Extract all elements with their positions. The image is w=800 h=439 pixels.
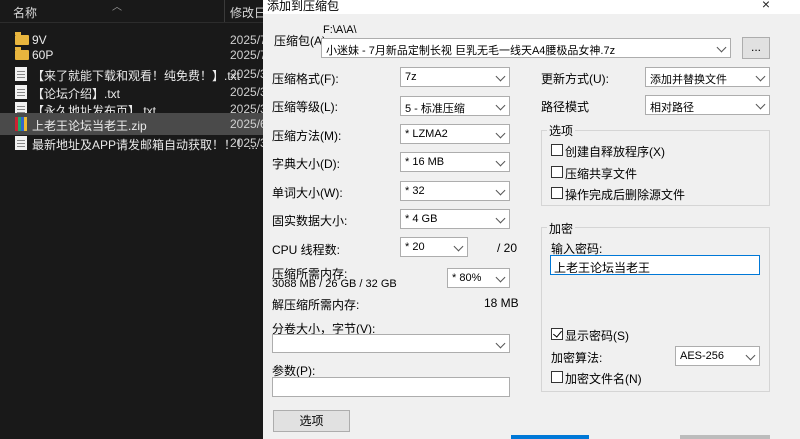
enc-method-combo[interactable]: AES-256 (675, 346, 760, 366)
cpu-total: / 20 (497, 241, 518, 255)
level-label: 压缩等级(L): (272, 100, 339, 114)
update-label: 更新方式(U): (541, 72, 609, 86)
level-value: 5 - 标准压缩 (405, 103, 465, 115)
close-icon[interactable]: × (762, 0, 770, 12)
path-mode-combo[interactable]: 相对路径 (645, 95, 770, 115)
chevron-down-icon (495, 156, 506, 167)
encrypt-names-label[interactable]: 加密文件名(N) (565, 370, 642, 387)
file-date: 2025/3 (230, 67, 267, 81)
chevron-down-icon (495, 272, 506, 283)
text-file-icon (15, 67, 27, 81)
enc-method-value: AES-256 (680, 350, 725, 362)
file-date: 2025/7 (230, 48, 267, 62)
winrar-archive-icon (15, 117, 27, 131)
update-value: 添加并替换文件 (650, 74, 727, 86)
options-group-title: 选项 (547, 122, 576, 139)
mem-comp-value: 3088 MB / 26 GB / 32 GB (272, 278, 397, 290)
sort-ascending-icon: ︿ (112, 2, 122, 13)
shared-checkbox[interactable] (551, 166, 563, 178)
browse-button[interactable]: ... (742, 37, 770, 59)
format-label: 压缩格式(F): (272, 72, 339, 86)
file-date: 2025/3 (230, 136, 267, 150)
dict-combo[interactable]: * 16 MB (400, 152, 510, 172)
archive-name-combo[interactable]: 小迷妹 - 7月新品定制长视 巨乳无毛一线天A4腰极品女神.7z (321, 38, 731, 58)
sfx-checkbox[interactable] (551, 144, 563, 156)
chevron-down-icon (453, 241, 464, 252)
chevron-down-icon (495, 100, 506, 111)
file-explorer: 名称 ︿ 修改日 9V 2025/7 60P 2025/7 【来了就能下载和观看… (0, 0, 267, 439)
password-value: 上老王论坛当老王 (554, 261, 651, 275)
delete-source-label[interactable]: 操作完成后删除源文件 (565, 186, 685, 203)
level-combo[interactable]: 5 - 标准压缩 (400, 96, 510, 116)
delete-source-checkbox[interactable] (551, 187, 563, 199)
encryption-group-title: 加密 (547, 220, 576, 237)
chevron-down-icon (495, 185, 506, 196)
chevron-down-icon (755, 99, 766, 110)
solid-combo[interactable]: * 4 GB (400, 209, 510, 229)
word-value: * 32 (405, 185, 425, 197)
enc-method-label: 加密算法: (551, 351, 603, 365)
ok-button-edge[interactable] (511, 435, 589, 439)
cpu-combo[interactable]: * 20 (400, 237, 468, 257)
mem-pct-combo[interactable]: * 80% (447, 268, 510, 288)
text-file-icon (15, 85, 27, 99)
file-name: 60P (32, 48, 54, 62)
params-input[interactable] (272, 377, 510, 397)
show-password-checkbox[interactable] (551, 328, 563, 340)
method-value: * LZMA2 (405, 128, 448, 140)
file-date: 2025/6 (230, 117, 267, 131)
chevron-down-icon (745, 350, 756, 361)
word-label: 单词大小(W): (272, 186, 343, 200)
solid-value: * 4 GB (405, 213, 438, 225)
sfx-label[interactable]: 创建自释放程序(X) (565, 143, 665, 160)
split-combo[interactable] (272, 334, 510, 353)
chevron-down-icon (495, 71, 506, 82)
chevron-down-icon[interactable] (716, 42, 727, 53)
chevron-down-icon (495, 128, 506, 139)
file-name: 最新地址及APP请发邮箱自动获取！！！... (32, 138, 259, 152)
dict-value: * 16 MB (405, 156, 445, 168)
mem-decomp-label: 解压缩所需内存: (272, 298, 360, 312)
path-mode-label: 路径模式 (541, 100, 590, 114)
column-name-header[interactable]: 名称 (13, 4, 37, 21)
shared-label[interactable]: 压缩共享文件 (565, 165, 637, 182)
update-combo[interactable]: 添加并替换文件 (645, 67, 770, 87)
column-divider[interactable] (224, 0, 225, 22)
word-combo[interactable]: * 32 (400, 181, 510, 201)
path-mode-value: 相对路径 (650, 102, 694, 114)
options-button[interactable]: 选项 (273, 410, 350, 432)
text-file-icon (15, 136, 27, 150)
solid-label: 固实数据大小: (272, 214, 348, 228)
archive-path: F:\A\A\ (323, 24, 357, 36)
mem-decomp-value: 18 MB (484, 296, 519, 310)
folder-icon (15, 47, 29, 60)
chevron-down-icon (755, 71, 766, 82)
dialog-titlebar[interactable]: 添加到压缩包 × (263, 0, 800, 14)
cancel-button-edge[interactable] (680, 435, 770, 439)
archive-name-value: 小迷妹 - 7月新品定制长视 巨乳无毛一线天A4腰极品女神.7z (326, 45, 616, 57)
dialog-title: 添加到压缩包 (267, 0, 340, 13)
dict-label: 字典大小(D): (272, 157, 340, 171)
method-label: 压缩方法(M): (272, 129, 342, 143)
password-input[interactable]: 上老王论坛当老王 (550, 255, 760, 275)
file-date: 2025/3 (230, 85, 267, 99)
cpu-value: * 20 (405, 241, 425, 253)
column-date-header[interactable]: 修改日 (230, 4, 266, 21)
add-to-archive-dialog: 添加到压缩包 × 压缩包(A): F:\A\A\ 小迷妹 - 7月新品定制长视 … (263, 0, 800, 439)
format-combo[interactable]: 7z (400, 67, 510, 87)
format-value: 7z (405, 71, 417, 83)
chevron-down-icon (495, 338, 506, 349)
encrypt-names-checkbox[interactable] (551, 371, 563, 383)
show-password-label[interactable]: 显示密码(S) (565, 327, 629, 344)
column-header: 名称 ︿ 修改日 (0, 0, 266, 23)
file-row-txt-4[interactable]: 最新地址及APP请发邮箱自动获取！！！... 2025/3 (0, 132, 267, 154)
mem-pct-value: * 80% (452, 272, 482, 284)
method-combo[interactable]: * LZMA2 (400, 124, 510, 144)
chevron-down-icon (495, 213, 506, 224)
cpu-label: CPU 线程数: (272, 243, 341, 257)
